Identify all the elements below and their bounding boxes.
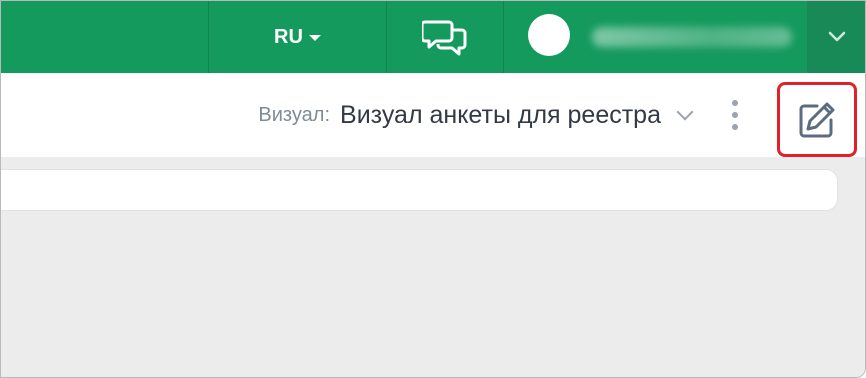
- chevron-down-icon: [828, 31, 846, 42]
- user-profile[interactable]: [504, 1, 806, 73]
- chevron-down-icon: [676, 103, 694, 121]
- chat-bubbles-icon: [422, 20, 467, 56]
- visual-label: Визуал:: [258, 103, 331, 126]
- visual-value: Визуал анкеты для реестра: [340, 100, 661, 129]
- kebab-dot: [732, 100, 738, 106]
- content-area: [1, 157, 865, 377]
- filter-bar[interactable]: [1, 169, 838, 211]
- caret-down-icon: [308, 35, 321, 41]
- language-selector[interactable]: RU: [209, 1, 386, 73]
- edit-pencil-icon: [799, 102, 835, 137]
- user-name-blurred: [592, 27, 792, 47]
- page-toolbar: Визуал: Визуал анкеты для реестра: [1, 73, 865, 157]
- edit-button[interactable]: [777, 82, 857, 157]
- more-options-button[interactable]: [723, 93, 747, 137]
- user-menu-button[interactable]: [807, 1, 865, 73]
- visual-selector[interactable]: Визуал: Визуал анкеты для реестра: [258, 73, 697, 157]
- avatar: [528, 14, 570, 56]
- chat-button[interactable]: [387, 1, 503, 73]
- top-navigation-bar: RU: [1, 1, 865, 73]
- app-window: RU Визуал: Визуал анкеты для реестра: [0, 0, 866, 378]
- kebab-dot: [732, 112, 738, 118]
- language-label: RU: [274, 25, 303, 48]
- kebab-dot: [732, 124, 738, 130]
